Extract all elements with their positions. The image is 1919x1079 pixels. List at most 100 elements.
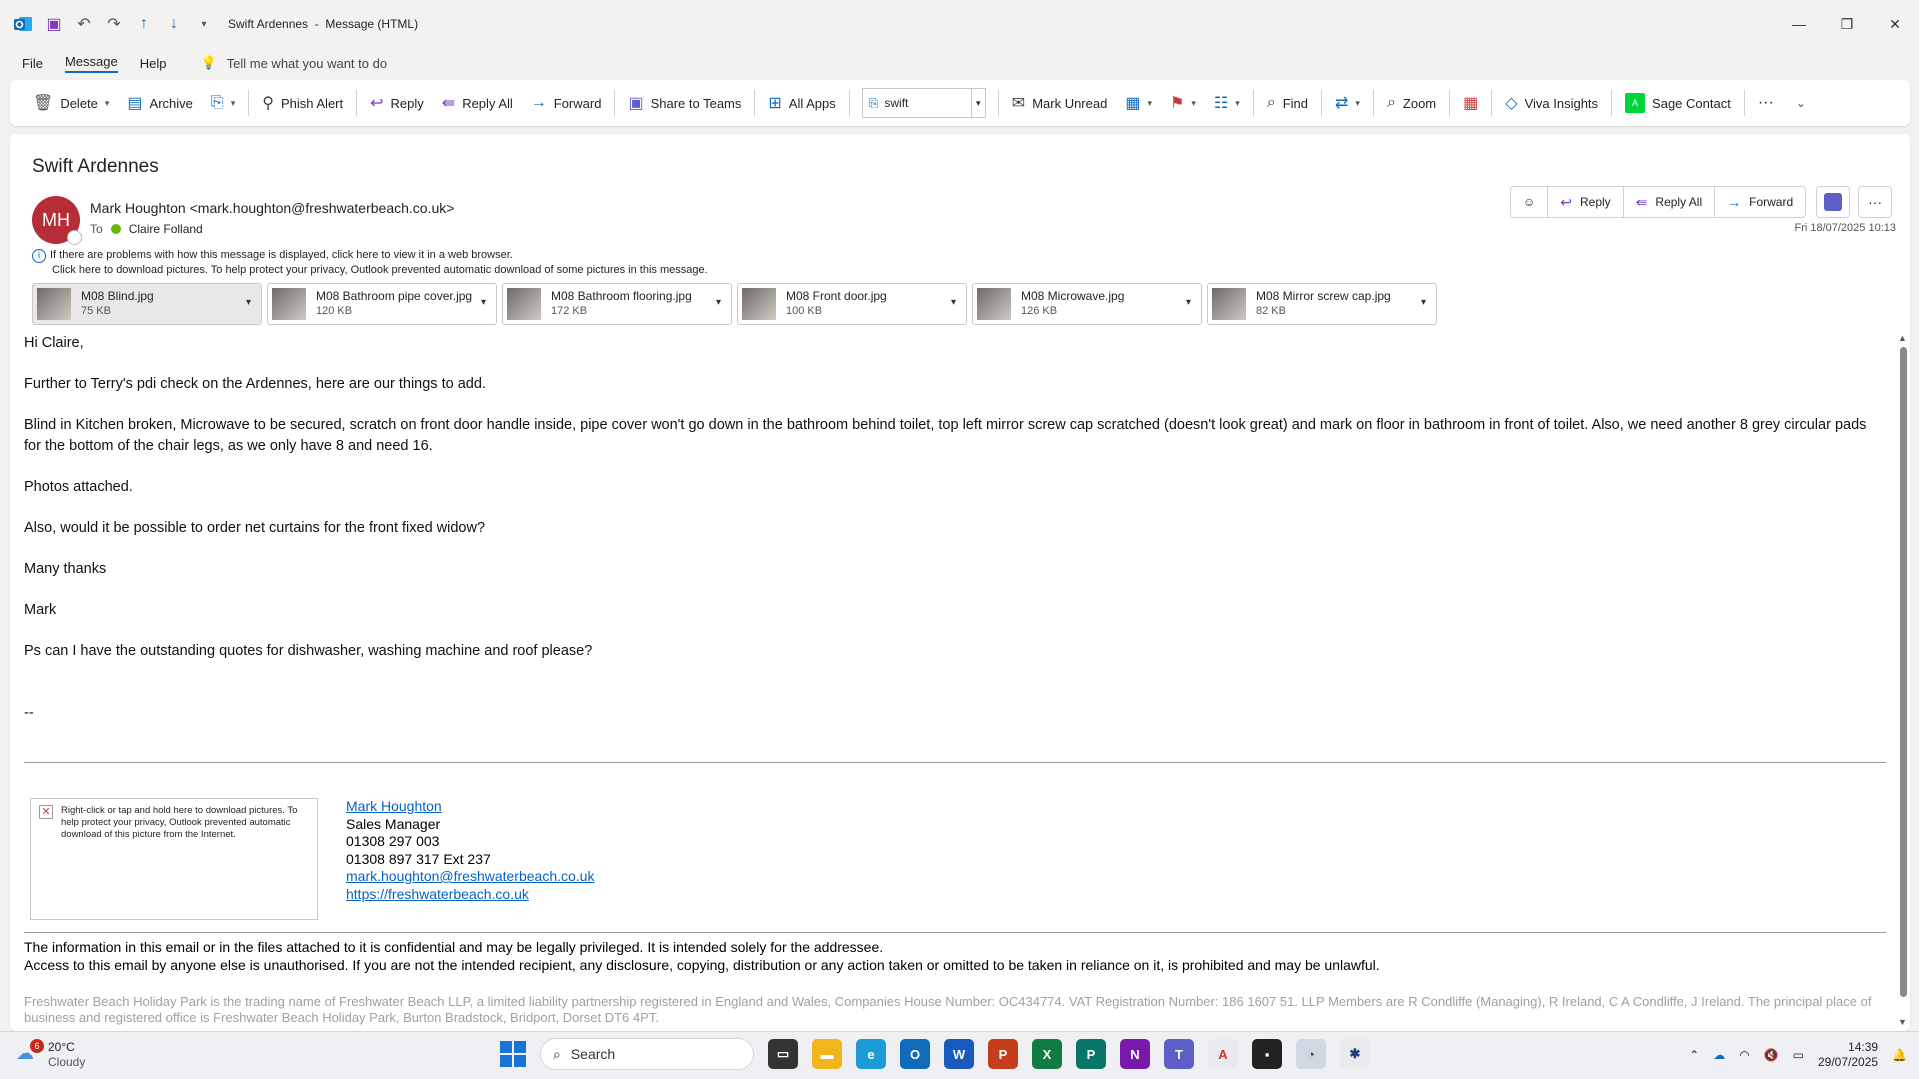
forward-button[interactable]: → Forward (522, 87, 611, 119)
attachment-size: 75 KB (81, 305, 111, 317)
tab-file[interactable]: File (22, 56, 43, 71)
powerpoint-icon[interactable]: P (988, 1039, 1018, 1069)
divider (614, 90, 616, 116)
save-icon[interactable]: ▣ (44, 14, 64, 34)
more-commands-button[interactable]: ··· (1749, 87, 1783, 119)
chevron-down-icon[interactable]: ▾ (970, 89, 985, 117)
task-view-icon[interactable]: ▭ (768, 1039, 798, 1069)
translate-button[interactable]: ⇄ ▾ (1326, 87, 1369, 119)
body-paragraph: Hi Claire, (24, 335, 84, 351)
phish-alert-button[interactable]: ⚲ Phish Alert (253, 87, 352, 119)
scroll-up-icon[interactable]: ▲ (1898, 333, 1907, 343)
taskbar-search[interactable]: ⌕ Search (540, 1038, 754, 1070)
signature-separator: -- (24, 705, 34, 721)
chevron-down-icon[interactable]: ▾ (246, 297, 251, 308)
clock[interactable]: 14:39 29/07/2025 (1818, 1040, 1878, 1070)
categorize-button[interactable]: ▦ ▾ (1116, 87, 1161, 119)
archive-button[interactable]: ▤ Archive (118, 87, 201, 119)
attachment-chip[interactable]: M08 Mirror screw cap.jpg 82 KB ▾ (1207, 283, 1437, 325)
onenote-icon[interactable]: N (1120, 1039, 1150, 1069)
inline-reply-button[interactable]: ↩ Reply (1547, 187, 1622, 217)
recipient[interactable]: Claire Folland (129, 222, 203, 236)
more-actions-button[interactable]: ··· (1858, 186, 1893, 218)
share-to-teams-button[interactable]: ▣ Share to Teams (619, 87, 750, 119)
onedrive-icon[interactable]: ☁ (1713, 1048, 1725, 1062)
edge-icon[interactable]: e (856, 1039, 886, 1069)
notifications-icon[interactable]: 🔔 (1892, 1048, 1907, 1062)
outlook-icon[interactable]: O (900, 1039, 930, 1069)
battery-icon[interactable]: ▭ (1793, 1048, 1804, 1062)
file-explorer-icon[interactable]: ▬ (812, 1039, 842, 1069)
zoom-button[interactable]: ⌕ Zoom (1378, 87, 1445, 119)
scroll-down-icon[interactable]: ▼ (1898, 1017, 1907, 1027)
excel-icon[interactable]: X (1032, 1039, 1062, 1069)
reply-all-button[interactable]: ⇚ Reply All (433, 87, 522, 119)
quick-move-combo[interactable]: ⎘ swift ▾ (861, 88, 986, 118)
signature-name-link[interactable]: Mark Houghton (346, 798, 594, 816)
mark-unread-button[interactable]: ✉ Mark Unread (1003, 87, 1117, 119)
undo-icon[interactable]: ↶ (74, 14, 94, 34)
reply-button[interactable]: ↩ Reply (361, 87, 433, 119)
chevron-down-icon[interactable]: ▾ (1421, 297, 1426, 308)
word-icon[interactable]: W (944, 1039, 974, 1069)
chevron-down-icon[interactable]: ▾ (481, 297, 486, 308)
attachment-name: M08 Mirror screw cap.jpg (1256, 289, 1391, 303)
sender[interactable]: Mark Houghton <mark.houghton@freshwaterb… (90, 200, 454, 216)
scrollbar-thumb[interactable] (1900, 347, 1907, 997)
wifi-icon[interactable]: ◠ (1739, 1048, 1749, 1062)
attachment-thumbnail (742, 288, 776, 320)
teams-button[interactable] (1816, 186, 1851, 218)
blocked-image-placeholder[interactable]: ✕ Right-click or tap and hold here to do… (30, 798, 318, 920)
info-bar[interactable]: i If there are problems with how this mes… (32, 248, 708, 277)
app-icon[interactable]: ◔ (1296, 1039, 1326, 1069)
app-icon[interactable]: ▪ (1252, 1039, 1282, 1069)
chevron-down-icon[interactable]: ▾ (105, 98, 110, 109)
next-item-icon[interactable]: ↓ (164, 14, 184, 34)
tell-me-search[interactable]: 💡 Tell me what you want to do (200, 55, 387, 71)
ribbon-collapse-button[interactable]: ⌄ (1787, 87, 1815, 119)
tab-message[interactable]: Message (64, 54, 118, 73)
redo-icon[interactable]: ↷ (104, 14, 124, 34)
attachment-chip[interactable]: M08 Blind.jpg 75 KB ▾ (32, 283, 262, 325)
rules-button[interactable]: ☷ ▾ (1205, 87, 1249, 119)
viva-insights-button[interactable]: ◇ Viva Insights (1496, 87, 1607, 119)
follow-up-button[interactable]: ⚑ ▾ (1161, 87, 1205, 119)
publisher-icon[interactable]: P (1076, 1039, 1106, 1069)
attachment-chip[interactable]: M08 Bathroom pipe cover.jpg 120 KB ▾ (267, 283, 497, 325)
delete-button[interactable]: 🗑 Delete ▾ (24, 87, 118, 119)
weather-widget[interactable]: ☁ 6 20°C Cloudy (16, 1039, 85, 1070)
weather-temp: 20°C (48, 1040, 75, 1054)
chevron-up-icon[interactable]: ⌃ (1689, 1048, 1699, 1062)
teams-icon[interactable]: T (1164, 1039, 1194, 1069)
minimize-icon[interactable]: — (1775, 0, 1823, 48)
signature-email-link[interactable]: mark.houghton@freshwaterbeach.co.uk (346, 868, 594, 886)
attachment-size: 82 KB (1256, 305, 1286, 317)
react-button[interactable]: ☺ (1511, 187, 1547, 217)
divider (1321, 90, 1322, 116)
acrobat-icon[interactable]: A (1208, 1039, 1238, 1069)
vertical-scrollbar[interactable]: ▲ ▼ (1896, 333, 1910, 1027)
attachment-chip[interactable]: M08 Microwave.jpg 126 KB ▾ (972, 283, 1202, 325)
sage-contact-button[interactable]: A Sage Contact (1616, 87, 1740, 119)
find-button[interactable]: ⌕ Find (1258, 87, 1317, 119)
chevron-down-icon[interactable]: ▾ (716, 297, 721, 308)
all-apps-button[interactable]: ⊞ All Apps (759, 87, 844, 119)
windows-start-icon[interactable] (500, 1041, 526, 1067)
signature-website-link[interactable]: https://freshwaterbeach.co.uk (346, 886, 594, 904)
close-icon[interactable]: ✕ (1871, 0, 1919, 48)
inline-reply-all-button[interactable]: ⇚ Reply All (1622, 187, 1714, 217)
volume-muted-icon[interactable]: 🔇 (1764, 1048, 1779, 1062)
previous-item-icon[interactable]: ↑ (134, 14, 154, 34)
attachment-chip[interactable]: M08 Bathroom flooring.jpg 172 KB ▾ (502, 283, 732, 325)
move-button[interactable]: ⎘ ▾ (202, 87, 244, 119)
attachment-chip[interactable]: M08 Front door.jpg 100 KB ▾ (737, 283, 967, 325)
attachment-thumbnail (37, 288, 71, 320)
inline-forward-button[interactable]: → Forward (1714, 187, 1805, 217)
customize-qat-icon[interactable]: ▾ (194, 14, 214, 34)
chevron-down-icon[interactable]: ▾ (951, 297, 956, 308)
app-icon[interactable]: ✱ (1340, 1039, 1370, 1069)
calendar-button[interactable]: ▦ (1454, 87, 1487, 119)
tab-help[interactable]: Help (140, 56, 167, 71)
restore-icon[interactable]: ❐ (1823, 0, 1871, 48)
chevron-down-icon[interactable]: ▾ (1186, 297, 1191, 308)
